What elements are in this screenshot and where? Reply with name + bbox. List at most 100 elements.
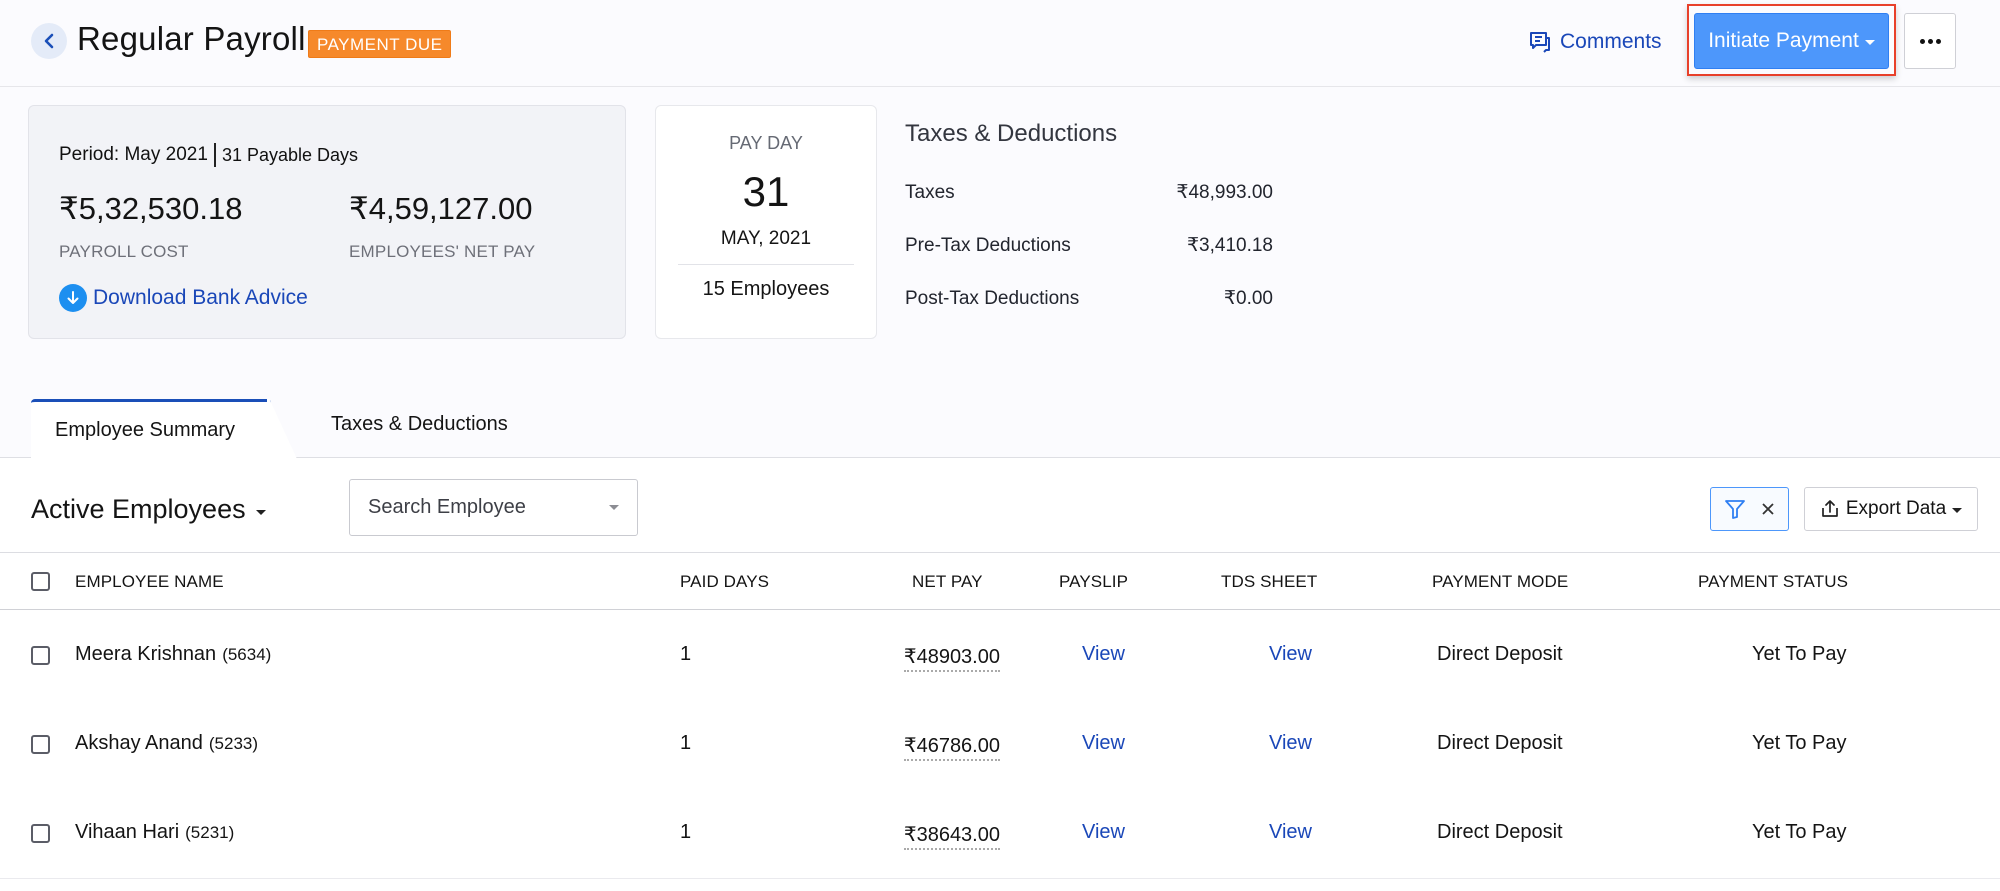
export-label: Export Data — [1845, 498, 1947, 519]
row-checkbox[interactable] — [31, 735, 50, 754]
chevron-left-icon — [44, 33, 54, 49]
page-header: Regular Payroll PAYMENT DUE Comments Ini… — [0, 0, 2000, 87]
page-title: Regular Payroll — [77, 20, 306, 57]
payment-mode-cell: Direct Deposit — [1437, 643, 1563, 665]
net-pay-cell: ₹48903.00 — [903, 610, 1000, 699]
net-pay-value: ₹4,59,127.00 — [349, 191, 533, 226]
initiate-payment-button[interactable]: Initiate Payment — [1694, 13, 1889, 69]
paid-days-cell: 1 — [680, 643, 692, 665]
pay-day-label: PAY DAY — [729, 133, 803, 153]
payslip-view-link[interactable]: View — [1082, 788, 1125, 877]
close-icon[interactable] — [1761, 502, 1775, 516]
initiate-payment-label: Initiate Payment — [1708, 29, 1859, 52]
tax-label: Pre-Tax Deductions — [905, 234, 1071, 256]
payroll-cost-label: PAYROLL COST — [59, 242, 189, 261]
divider — [213, 143, 216, 167]
back-button[interactable] — [31, 23, 67, 59]
column-header-payment-status[interactable]: PAYMENT STATUS — [1698, 553, 1848, 610]
caret-down-icon — [1864, 40, 1875, 45]
payment-status-cell: Yet To Pay — [1752, 643, 1847, 665]
tax-value: ₹3,410.18 — [1186, 235, 1273, 256]
filter-icon — [1725, 500, 1746, 519]
tax-value: ₹0.00 — [1223, 288, 1273, 309]
pay-day-date: 31 — [742, 168, 790, 215]
tax-row: Pre-Tax Deductions ₹3,410.18 — [905, 219, 1273, 272]
filter-button[interactable] — [1710, 487, 1789, 531]
employee-name: Vihaan Hari — [75, 821, 180, 843]
column-header-payment-mode[interactable]: PAYMENT MODE — [1432, 553, 1568, 610]
taxes-title: Taxes & Deductions — [905, 120, 1118, 147]
table-header: EMPLOYEE NAME PAID DAYS NET PAY PAYSLIP … — [0, 552, 2000, 610]
caret-down-icon — [255, 509, 266, 515]
payment-status-cell: Yet To Pay — [1752, 732, 1847, 754]
table-row[interactable]: Vihaan Hari (5231) 1 ₹38643.00 View View… — [0, 788, 2000, 877]
status-badge: PAYMENT DUE — [308, 30, 452, 58]
search-employee-input[interactable] — [368, 496, 588, 519]
divider — [0, 878, 2000, 879]
employee-name: Meera Krishnan — [75, 643, 217, 665]
comments-label: Comments — [1560, 30, 1662, 53]
net-pay-cell: ₹38643.00 — [903, 788, 1000, 877]
net-pay-value[interactable]: ₹46786.00 — [903, 733, 1000, 761]
more-options-button[interactable] — [1904, 13, 1956, 69]
tab-bar: Employee Summary Taxes & Deductions — [0, 395, 2000, 459]
payment-mode-cell: Direct Deposit — [1437, 732, 1563, 754]
row-checkbox[interactable] — [31, 824, 50, 843]
employee-name-cell: Meera Krishnan (5634) — [75, 610, 271, 699]
table-row[interactable]: Akshay Anand (5233) 1 ₹46786.00 View Vie… — [0, 699, 2000, 788]
column-header-net-pay[interactable]: NET PAY — [912, 553, 983, 610]
table-row[interactable]: Meera Krishnan (5634) 1 ₹48903.00 View V… — [0, 610, 2000, 699]
tds-view-link[interactable]: View — [1269, 699, 1312, 788]
download-bank-advice-link[interactable]: Download Bank Advice — [59, 284, 308, 312]
payslip-view-link[interactable]: View — [1082, 610, 1125, 699]
employee-filter-dropdown[interactable]: Active Employees — [31, 494, 266, 525]
payment-mode-cell: Direct Deposit — [1437, 821, 1563, 843]
payroll-cost-value: ₹5,32,530.18 — [59, 191, 243, 226]
column-header-payslip[interactable]: PAYSLIP — [1059, 553, 1128, 610]
net-pay-cell: ₹46786.00 — [903, 699, 1000, 788]
column-header-employee-name[interactable]: EMPLOYEE NAME — [75, 553, 224, 610]
tax-label: Taxes — [905, 181, 955, 203]
download-label: Download Bank Advice — [93, 286, 308, 309]
period-info: Period: May 2021 31 Payable Days — [59, 143, 358, 167]
taxes-deductions-panel: Taxes & Deductions Taxes ₹48,993.00 Pre-… — [905, 120, 1273, 325]
comments-button[interactable]: Comments — [1528, 26, 1662, 58]
period-label: Period: — [59, 144, 120, 165]
payable-days: 31 Payable Days — [221, 144, 359, 165]
search-employee-select[interactable] — [349, 479, 638, 536]
payslip-view-link[interactable]: View — [1082, 699, 1125, 788]
comments-icon — [1530, 32, 1550, 53]
download-icon — [59, 284, 87, 312]
tds-view-link[interactable]: View — [1269, 788, 1312, 877]
tab-taxes-deductions[interactable]: Taxes & Deductions — [331, 413, 508, 436]
payroll-summary-card: Period: May 2021 31 Payable Days ₹5,32,5… — [28, 105, 626, 339]
employee-summary-panel: Active Employees Export Data EMPLOYEE NA… — [0, 458, 2000, 891]
employee-id: (5233) — [208, 733, 259, 753]
column-header-tds-sheet[interactable]: TDS SHEET — [1221, 553, 1317, 610]
employee-count: 15 Employees — [702, 278, 830, 300]
employee-name-cell: Vihaan Hari (5231) — [75, 788, 234, 877]
tax-value: ₹48,993.00 — [1176, 182, 1273, 203]
employee-id: (5231) — [185, 822, 235, 842]
payment-status-cell: Yet To Pay — [1752, 821, 1847, 843]
net-pay-value[interactable]: ₹48903.00 — [903, 644, 1000, 672]
tab-employee-summary[interactable]: Employee Summary — [31, 399, 271, 459]
select-all-checkbox[interactable] — [31, 572, 50, 591]
export-data-button[interactable]: Export Data — [1804, 487, 1978, 531]
tax-label: Post-Tax Deductions — [905, 287, 1080, 309]
tds-view-link[interactable]: View — [1269, 610, 1312, 699]
net-pay-value[interactable]: ₹38643.00 — [903, 822, 1000, 850]
period-value: May 2021 — [124, 144, 208, 165]
row-checkbox[interactable] — [31, 646, 50, 665]
divider — [678, 264, 854, 265]
pay-day-month: MAY, 2021 — [720, 228, 812, 249]
employee-id: (5634) — [222, 644, 272, 664]
column-header-paid-days[interactable]: PAID DAYS — [680, 553, 769, 610]
employee-name: Akshay Anand — [75, 732, 203, 754]
paid-days-cell: 1 — [680, 821, 692, 843]
paid-days-cell: 1 — [680, 732, 692, 754]
employee-table: EMPLOYEE NAME PAID DAYS NET PAY PAYSLIP … — [0, 552, 2000, 877]
caret-down-icon — [1952, 507, 1963, 513]
employee-filter-label: Active Employees — [31, 494, 246, 524]
net-pay-label: EMPLOYEES' NET PAY — [349, 242, 536, 261]
